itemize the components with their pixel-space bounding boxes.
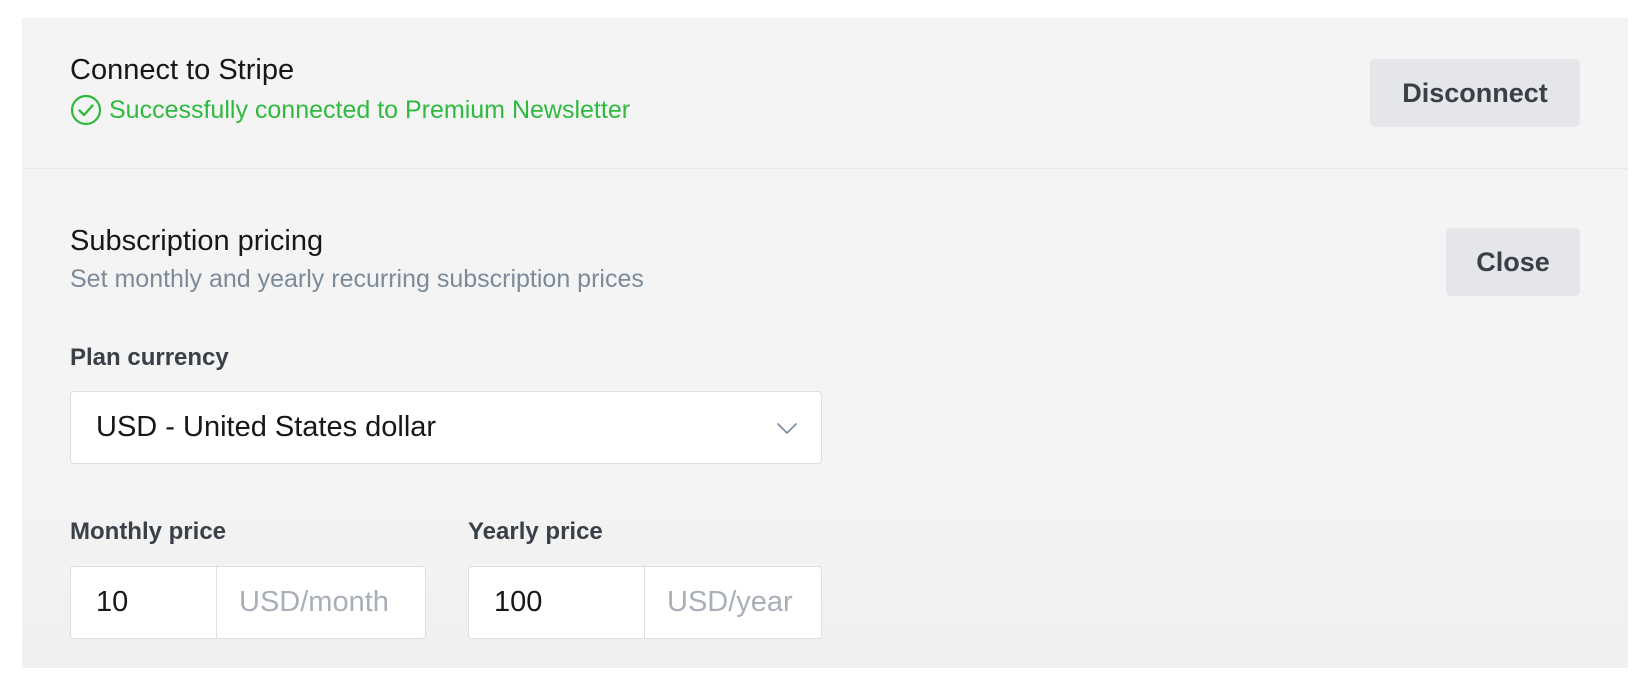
yearly-price-group: USD/year xyxy=(468,566,822,639)
monthly-price-input[interactable] xyxy=(70,566,216,639)
close-button[interactable]: Close xyxy=(1446,228,1580,296)
yearly-price-unit: USD/year xyxy=(644,566,822,639)
connection-status: Successfully connected to Premium Newsle… xyxy=(70,92,630,128)
check-circle-icon xyxy=(70,94,102,126)
stripe-settings-panel: Connect to Stripe Successfully connected… xyxy=(22,18,1628,668)
monthly-price-group: USD/month xyxy=(70,566,426,639)
stripe-section-title: Connect to Stripe xyxy=(70,54,295,86)
plan-currency-select[interactable]: USD - United States dollar xyxy=(70,391,822,464)
plan-currency-value: USD - United States dollar xyxy=(96,411,437,443)
pricing-section-subtitle: Set monthly and yearly recurring subscri… xyxy=(70,265,644,293)
stripe-connection-section: Connect to Stripe Successfully connected… xyxy=(22,18,1628,169)
chevron-down-icon xyxy=(777,423,797,434)
yearly-price-label: Yearly price xyxy=(468,518,603,545)
plan-currency-label: Plan currency xyxy=(70,344,229,371)
pricing-section-title: Subscription pricing xyxy=(70,225,324,257)
connection-status-text: Successfully connected to Premium Newsle… xyxy=(109,95,631,124)
monthly-price-label: Monthly price xyxy=(70,518,227,545)
subscription-pricing-section: Subscription pricing Set monthly and yea… xyxy=(22,169,1628,668)
monthly-price-unit: USD/month xyxy=(216,566,426,639)
disconnect-button[interactable]: Disconnect xyxy=(1370,59,1580,127)
yearly-price-input[interactable] xyxy=(468,566,644,639)
